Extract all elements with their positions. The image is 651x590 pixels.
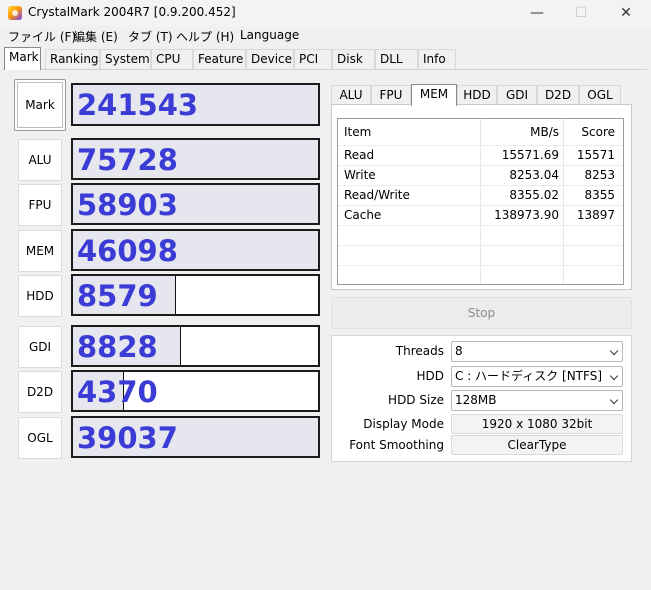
menu-help[interactable]: ヘルプ (H) <box>176 28 234 45</box>
gdi-button[interactable]: GDI <box>18 326 62 368</box>
tab-dll[interactable]: DLL <box>375 49 418 69</box>
alu-score-box: 75728 <box>71 138 320 180</box>
alu-button[interactable]: ALU <box>18 139 62 181</box>
table-row[interactable]: Cache 138973.90 13897 <box>338 205 623 225</box>
mem-score-value: 46098 <box>77 234 178 268</box>
menu-file[interactable]: ファイル (F) <box>8 28 76 45</box>
row-mbs: 8355.02 <box>509 188 559 202</box>
chevron-down-icon <box>609 346 619 356</box>
font-smoothing-label: Font Smoothing <box>349 438 444 452</box>
threads-select[interactable]: 8 <box>451 341 623 362</box>
close-button[interactable]: ✕ <box>603 0 649 26</box>
mark-score-box: 241543 <box>71 83 320 126</box>
fpu-score-box: 58903 <box>71 183 320 225</box>
alu-score-value: 75728 <box>77 143 178 177</box>
minimize-button[interactable]: — <box>514 0 560 26</box>
tab-info[interactable]: Info <box>418 49 456 69</box>
gdi-score-box: 8828 <box>71 325 320 367</box>
d2d-score-box: 4370 <box>71 370 320 412</box>
menu-edit[interactable]: 編集 (E) <box>73 28 118 45</box>
tab-divider <box>2 69 647 70</box>
menu-tab[interactable]: タブ (T) <box>128 28 173 45</box>
hdd-drive-select[interactable]: C : ハードディスク [NTFS] <box>451 366 623 387</box>
subtab-d2d[interactable]: D2D <box>537 85 579 105</box>
row-item: Read <box>344 148 375 162</box>
mem-button[interactable]: MEM <box>18 230 62 272</box>
hdd-score-box: 8579 <box>71 274 320 316</box>
row-score: 13897 <box>576 208 615 222</box>
col-header-item[interactable]: Item <box>344 119 371 145</box>
row-mbs: 15571.69 <box>501 148 559 162</box>
threads-value: 8 <box>455 344 463 358</box>
row-mbs: 138973.90 <box>494 208 559 222</box>
tab-disk[interactable]: Disk <box>332 49 375 69</box>
ogl-score-value: 39037 <box>77 421 178 455</box>
row-item: Read/Write <box>344 188 410 202</box>
subtab-fpu[interactable]: FPU <box>371 85 411 105</box>
tab-mark[interactable]: Mark <box>4 47 41 70</box>
tab-system[interactable]: System <box>100 49 151 69</box>
hdd-label: HDD <box>416 369 444 383</box>
fpu-button[interactable]: FPU <box>18 184 62 226</box>
maximize-button[interactable]: ☐ <box>558 0 604 26</box>
chevron-down-icon <box>609 371 619 381</box>
tab-ranking[interactable]: Ranking <box>45 49 100 69</box>
menu-bar: ファイル (F) 編集 (E) タブ (T) ヘルプ (H) Language <box>0 26 651 46</box>
title-bar[interactable]: CrystalMark 2004R7 [0.9.200.452] — ☐ ✕ <box>0 0 651 26</box>
row-item: Write <box>344 168 376 182</box>
chevron-down-icon <box>609 395 619 405</box>
tab-feature[interactable]: Feature <box>193 49 246 69</box>
subtab-hdd[interactable]: HDD <box>457 85 497 105</box>
table-row[interactable]: Read/Write 8355.02 8355 <box>338 185 623 205</box>
hdd-button[interactable]: HDD <box>18 275 62 317</box>
tab-device[interactable]: Device <box>246 49 294 69</box>
table-header: Item MB/s Score <box>338 119 623 145</box>
subtab-mem[interactable]: MEM <box>411 84 457 106</box>
mem-results-table[interactable]: Item MB/s Score Read 15571.69 15571 Writ… <box>337 118 624 285</box>
hdd-score-value: 8579 <box>77 279 158 313</box>
mark-button[interactable]: Mark <box>14 79 66 131</box>
row-divider <box>338 225 623 226</box>
mark-score-value: 241543 <box>77 88 199 122</box>
ogl-score-box: 39037 <box>71 416 320 458</box>
hdd-drive-value: C : ハードディスク [NTFS] <box>455 369 603 383</box>
main-tab-bar: Mark Ranking System CPU Feature Device P… <box>0 47 651 70</box>
row-item: Cache <box>344 208 382 222</box>
mem-score-box: 46098 <box>71 229 320 271</box>
detail-tab-bar: ALU FPU MEM HDD GDI D2D OGL <box>331 84 632 106</box>
subtab-alu[interactable]: ALU <box>331 85 371 105</box>
row-divider <box>338 245 623 246</box>
col-header-mbs[interactable]: MB/s <box>481 119 559 145</box>
row-divider <box>338 265 623 266</box>
row-mbs: 8253.04 <box>509 168 559 182</box>
tab-cpu[interactable]: CPU <box>151 49 193 69</box>
row-score: 15571 <box>576 148 615 162</box>
d2d-button[interactable]: D2D <box>18 371 62 413</box>
menu-language[interactable]: Language <box>240 28 299 42</box>
ogl-button[interactable]: OGL <box>18 417 62 459</box>
display-mode-value: 1920 x 1080 32bit <box>451 414 623 434</box>
fpu-score-value: 58903 <box>77 188 178 222</box>
hdd-size-label: HDD Size <box>388 393 444 407</box>
subtab-gdi[interactable]: GDI <box>497 85 537 105</box>
row-score: 8253 <box>584 168 615 182</box>
tab-pci[interactable]: PCI <box>294 49 332 69</box>
gdi-score-value: 8828 <box>77 330 158 364</box>
threads-label: Threads <box>395 344 444 358</box>
crystalmark-app-icon <box>8 6 22 20</box>
hdd-size-value: 128MB <box>455 393 497 407</box>
hdd-size-select[interactable]: 128MB <box>451 390 623 411</box>
col-header-score[interactable]: Score <box>565 119 615 145</box>
subtab-ogl[interactable]: OGL <box>579 85 621 105</box>
row-score: 8355 <box>584 188 615 202</box>
display-mode-label: Display Mode <box>363 417 444 431</box>
font-smoothing-value: ClearType <box>451 435 623 455</box>
window-title: CrystalMark 2004R7 [0.9.200.452] <box>28 5 236 19</box>
crystalmark-window: CrystalMark 2004R7 [0.9.200.452] — ☐ ✕ フ… <box>0 0 651 590</box>
table-row[interactable]: Read 15571.69 15571 <box>338 145 623 165</box>
table-row[interactable]: Write 8253.04 8253 <box>338 165 623 185</box>
d2d-score-value: 4370 <box>77 375 158 409</box>
stop-button[interactable]: Stop <box>331 297 632 329</box>
